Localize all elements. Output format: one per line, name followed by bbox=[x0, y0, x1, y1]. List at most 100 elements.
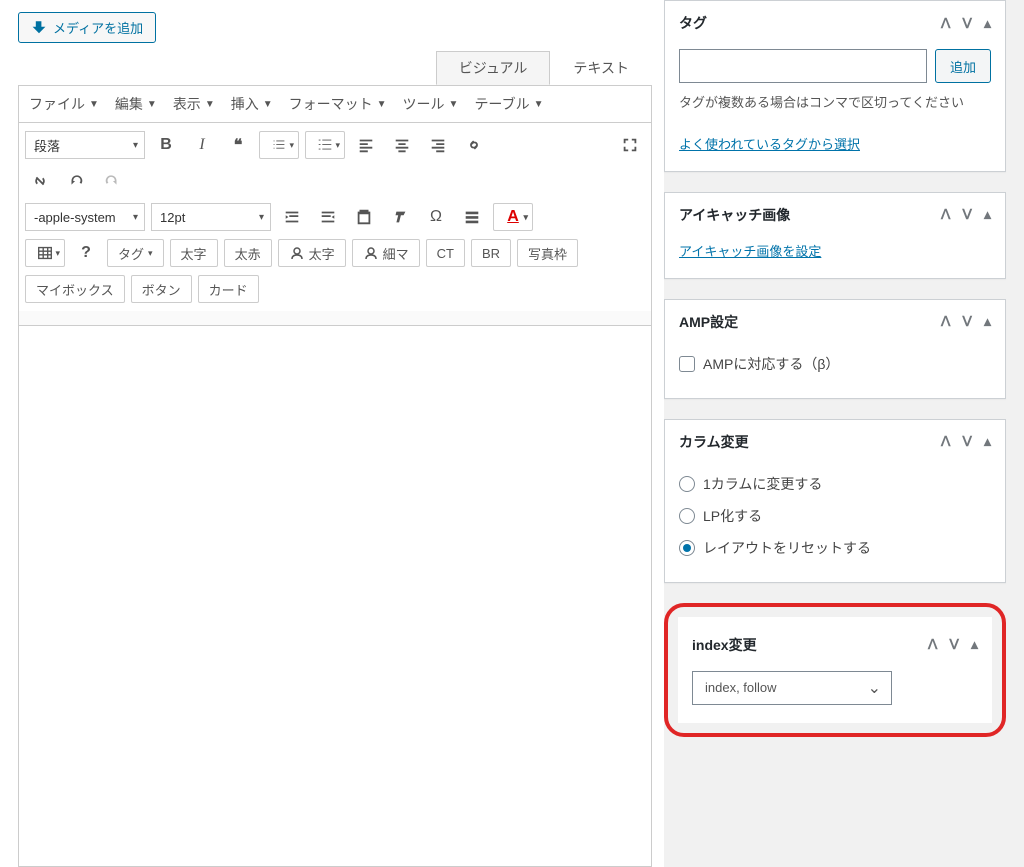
font-family-label: -apple-system bbox=[34, 210, 116, 225]
undo-icon[interactable] bbox=[61, 167, 91, 195]
set-featured-link[interactable]: アイキャッチ画像を設定 bbox=[679, 244, 821, 259]
indent-left-icon[interactable] bbox=[277, 203, 307, 231]
card-button[interactable]: カード bbox=[198, 275, 259, 303]
toggle-icon[interactable]: ▴ bbox=[984, 206, 991, 223]
align-left-icon[interactable] bbox=[351, 131, 381, 159]
column-radio-reset-label: レイアウトをリセットする bbox=[703, 538, 871, 558]
editor-mode-tabs: ビジュアル テキスト bbox=[436, 51, 652, 85]
blockquote-icon[interactable]: ❝ bbox=[223, 131, 253, 159]
toggle-icon[interactable]: ▴ bbox=[984, 313, 991, 330]
move-down-icon[interactable]: ᐯ bbox=[962, 15, 972, 32]
circle-slim-button[interactable]: 細マ bbox=[352, 239, 420, 267]
add-media-label: メディアを追加 bbox=[53, 18, 143, 37]
bold-red-button[interactable]: 太赤 bbox=[224, 239, 272, 267]
tag-hint: タグが複数ある場合はコンマで区切ってください bbox=[679, 93, 991, 114]
box-column-header[interactable]: カラム変更 ᐱ ᐯ ▴ bbox=[665, 420, 1005, 464]
tab-text-label: テキスト bbox=[573, 60, 629, 76]
box-amp-header[interactable]: AMP設定 ᐱ ᐯ ▴ bbox=[665, 300, 1005, 344]
help-icon[interactable]: ? bbox=[71, 239, 101, 267]
bullet-list-icon[interactable] bbox=[259, 131, 299, 159]
toggle-icon[interactable]: ▴ bbox=[984, 15, 991, 32]
tab-visual[interactable]: ビジュアル bbox=[436, 51, 551, 85]
box-column-title: カラム変更 bbox=[679, 432, 749, 452]
redo-icon[interactable] bbox=[97, 167, 127, 195]
menu-tools[interactable]: ツール▼ bbox=[403, 94, 459, 114]
box-amp: AMP設定 ᐱ ᐯ ▴ AMPに対応する（β） bbox=[664, 299, 1006, 399]
box-featured-image: アイキャッチ画像 ᐱ ᐯ ▴ アイキャッチ画像を設定 bbox=[664, 192, 1006, 279]
box-featured-header[interactable]: アイキャッチ画像 ᐱ ᐯ ▴ bbox=[665, 193, 1005, 237]
column-radio-reset[interactable] bbox=[679, 540, 695, 556]
toggle-icon[interactable]: ▴ bbox=[971, 636, 978, 653]
photoframe-button[interactable]: 写真枠 bbox=[517, 239, 578, 267]
tab-visual-label: ビジュアル bbox=[459, 60, 528, 76]
editor-toolbar: 段落 B I ❝ -apple-system bbox=[18, 122, 652, 311]
move-up-icon[interactable]: ᐱ bbox=[928, 636, 938, 653]
toggle-icon[interactable]: ▴ bbox=[984, 433, 991, 450]
button-button[interactable]: ボタン bbox=[131, 275, 192, 303]
move-up-icon[interactable]: ᐱ bbox=[941, 15, 951, 32]
bold-icon[interactable]: B bbox=[151, 131, 181, 159]
move-down-icon[interactable]: ᐯ bbox=[962, 313, 972, 330]
font-size-select[interactable]: 12pt bbox=[151, 203, 271, 231]
br-button[interactable]: BR bbox=[471, 239, 511, 267]
move-down-icon[interactable]: ᐯ bbox=[949, 636, 959, 653]
box-index-header[interactable]: index変更 ᐱ ᐯ ▴ bbox=[678, 617, 992, 667]
amp-checkbox-label: AMPに対応する（β） bbox=[703, 354, 839, 374]
special-char-icon[interactable]: Ω bbox=[421, 203, 451, 231]
add-media-button[interactable]: メディアを追加 bbox=[18, 12, 156, 43]
menu-edit[interactable]: 編集▼ bbox=[115, 94, 157, 114]
column-radio-lp[interactable] bbox=[679, 508, 695, 524]
move-up-icon[interactable]: ᐱ bbox=[941, 206, 951, 223]
link-icon[interactable] bbox=[459, 131, 489, 159]
editor-menubar: ファイル▼ 編集▼ 表示▼ 挿入▼ フォーマット▼ ツール▼ テーブル▼ bbox=[18, 85, 652, 122]
box-tags-title: タグ bbox=[679, 13, 707, 33]
toolbar-toggle-icon[interactable] bbox=[457, 203, 487, 231]
paste-icon[interactable] bbox=[349, 203, 379, 231]
text-color-icon[interactable]: A bbox=[493, 203, 533, 231]
move-up-icon[interactable]: ᐱ bbox=[941, 313, 951, 330]
ruler bbox=[18, 311, 652, 325]
menu-insert[interactable]: 挿入▼ bbox=[231, 94, 273, 114]
move-down-icon[interactable]: ᐯ bbox=[962, 206, 972, 223]
align-center-icon[interactable] bbox=[387, 131, 417, 159]
align-right-icon[interactable] bbox=[423, 131, 453, 159]
move-up-icon[interactable]: ᐱ bbox=[941, 433, 951, 450]
table-icon[interactable] bbox=[25, 239, 65, 267]
fullscreen-icon[interactable] bbox=[615, 131, 645, 159]
box-tags: タグ ᐱ ᐯ ▴ 追加 タグが複数ある場合はコンマで区切ってください よく使われ… bbox=[664, 0, 1006, 172]
column-radio-lp-label: LP化する bbox=[703, 506, 762, 526]
mybox-button[interactable]: マイボックス bbox=[25, 275, 125, 303]
tab-text[interactable]: テキスト bbox=[550, 51, 652, 85]
numbered-list-icon[interactable] bbox=[305, 131, 345, 159]
amp-checkbox[interactable] bbox=[679, 356, 695, 372]
media-icon bbox=[31, 18, 47, 37]
menu-view[interactable]: 表示▼ bbox=[173, 94, 215, 114]
font-size-label: 12pt bbox=[160, 210, 185, 225]
popular-tags-link[interactable]: よく使われているタグから選択 bbox=[679, 137, 860, 152]
indent-right-icon[interactable] bbox=[313, 203, 343, 231]
move-down-icon[interactable]: ᐯ bbox=[962, 433, 972, 450]
menu-file[interactable]: ファイル▼ bbox=[29, 94, 99, 114]
box-featured-title: アイキャッチ画像 bbox=[679, 205, 790, 225]
box-index-title: index変更 bbox=[692, 635, 757, 655]
add-tag-button[interactable]: 追加 bbox=[935, 49, 991, 83]
index-select[interactable]: index, follow bbox=[692, 671, 892, 705]
tag-dropdown-button[interactable]: タグ▾ bbox=[107, 239, 164, 267]
menu-format[interactable]: フォーマット▼ bbox=[289, 94, 387, 114]
menu-table[interactable]: テーブル▼ bbox=[474, 94, 543, 114]
box-index: index変更 ᐱ ᐯ ▴ index, follow bbox=[678, 617, 992, 723]
tag-input[interactable] bbox=[679, 49, 927, 83]
column-radio-1col[interactable] bbox=[679, 476, 695, 492]
box-amp-title: AMP設定 bbox=[679, 312, 738, 332]
ct-button[interactable]: CT bbox=[426, 239, 465, 267]
italic-icon[interactable]: I bbox=[187, 131, 217, 159]
font-family-select[interactable]: -apple-system bbox=[25, 203, 145, 231]
unlink-icon[interactable] bbox=[25, 167, 55, 195]
clear-format-icon[interactable] bbox=[385, 203, 415, 231]
editor-content-area[interactable] bbox=[18, 325, 652, 867]
box-tags-header[interactable]: タグ ᐱ ᐯ ▴ bbox=[665, 1, 1005, 45]
highlight-index-box: index変更 ᐱ ᐯ ▴ index, follow bbox=[664, 603, 1006, 737]
circle-bold-button[interactable]: 太字 bbox=[278, 239, 346, 267]
paragraph-select[interactable]: 段落 bbox=[25, 131, 145, 159]
bold-text-button[interactable]: 太字 bbox=[170, 239, 218, 267]
